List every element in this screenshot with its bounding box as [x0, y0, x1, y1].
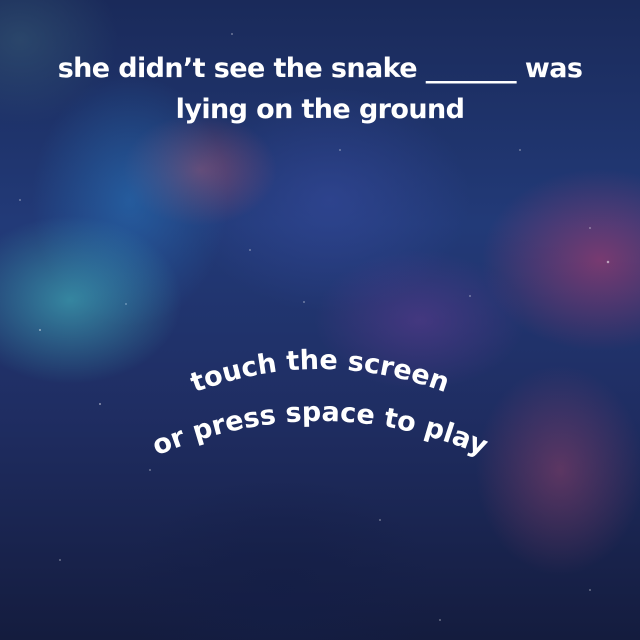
- question-line-1: she didn’t see the snake _______ was: [57, 53, 583, 84]
- question-line-2: lying on the ground: [175, 94, 465, 125]
- game-screen: she didn’t see the snake _______ was lyi…: [0, 0, 640, 640]
- question-text: she didn’t see the snake _______ was lyi…: [0, 48, 640, 130]
